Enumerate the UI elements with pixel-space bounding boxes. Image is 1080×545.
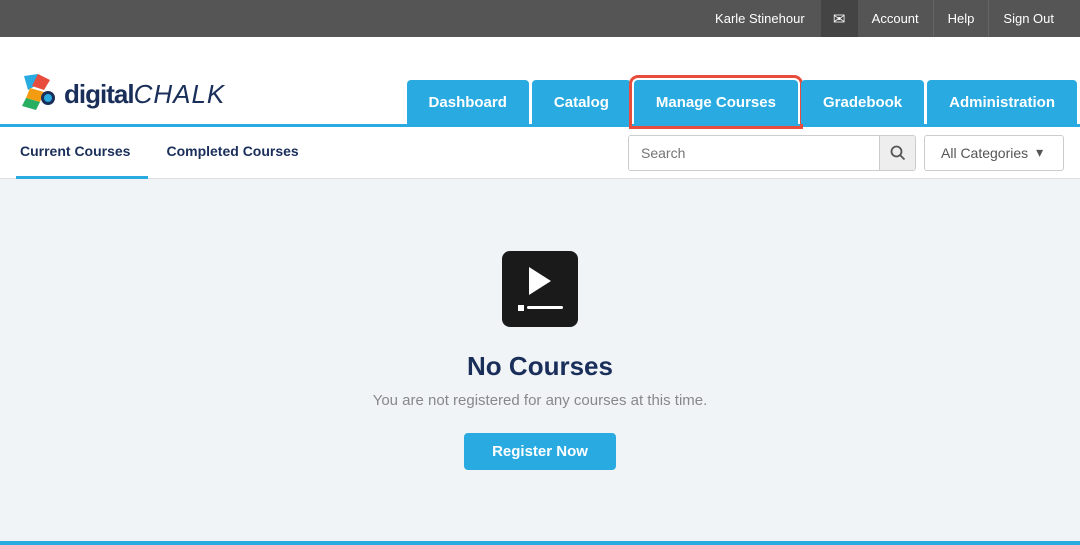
register-now-button[interactable]: Register Now [464, 433, 616, 470]
search-input[interactable] [629, 135, 879, 171]
email-icon[interactable]: ✉ [821, 0, 858, 37]
logo-digital: digital [64, 79, 134, 109]
categories-label: All Categories [941, 145, 1028, 161]
logo-svg [20, 72, 58, 110]
nav-tab-catalog[interactable]: Catalog [532, 80, 631, 124]
bottom-bar [0, 541, 1080, 545]
no-courses-icon [502, 251, 578, 327]
top-bar: Karle Stinehour ✉ Account Help Sign Out [0, 0, 1080, 37]
sub-nav: Current Courses Completed Courses All Ca… [0, 127, 1080, 179]
account-link[interactable]: Account [858, 0, 933, 37]
header: digitalCHALK Dashboard Catalog Manage Co… [0, 37, 1080, 127]
nav-tab-administration[interactable]: Administration [927, 80, 1077, 124]
main-content: No Courses You are not registered for an… [0, 179, 1080, 541]
search-box [628, 135, 916, 171]
scrubber-bar [518, 305, 563, 311]
search-area: All Categories ▾ [628, 135, 1064, 171]
no-courses-title: No Courses [467, 351, 613, 382]
search-button[interactable] [879, 135, 915, 171]
nav-tab-manage-courses[interactable]: Manage Courses [634, 80, 798, 124]
nav-tab-gradebook[interactable]: Gradebook [801, 80, 924, 124]
signout-link[interactable]: Sign Out [988, 0, 1068, 37]
nav-tab-dashboard[interactable]: Dashboard [407, 80, 529, 124]
subnav-tab-completed-courses[interactable]: Completed Courses [148, 127, 316, 179]
search-icon [890, 145, 906, 161]
logo-text: digitalCHALK [64, 79, 225, 110]
main-nav: Dashboard Catalog Manage Courses Gradebo… [407, 37, 1080, 124]
logo-chalk: CHALK [134, 79, 226, 109]
no-courses-subtitle: You are not registered for any courses a… [373, 392, 708, 409]
play-icon [529, 267, 551, 295]
chevron-down-icon: ▾ [1036, 144, 1043, 161]
subnav-tab-current-courses[interactable]: Current Courses [16, 127, 148, 179]
categories-dropdown[interactable]: All Categories ▾ [924, 135, 1064, 171]
help-link[interactable]: Help [933, 0, 989, 37]
logo-icon [20, 72, 58, 110]
logo-area: digitalCHALK [0, 72, 245, 124]
user-name: Karle Stinehour [715, 11, 805, 26]
